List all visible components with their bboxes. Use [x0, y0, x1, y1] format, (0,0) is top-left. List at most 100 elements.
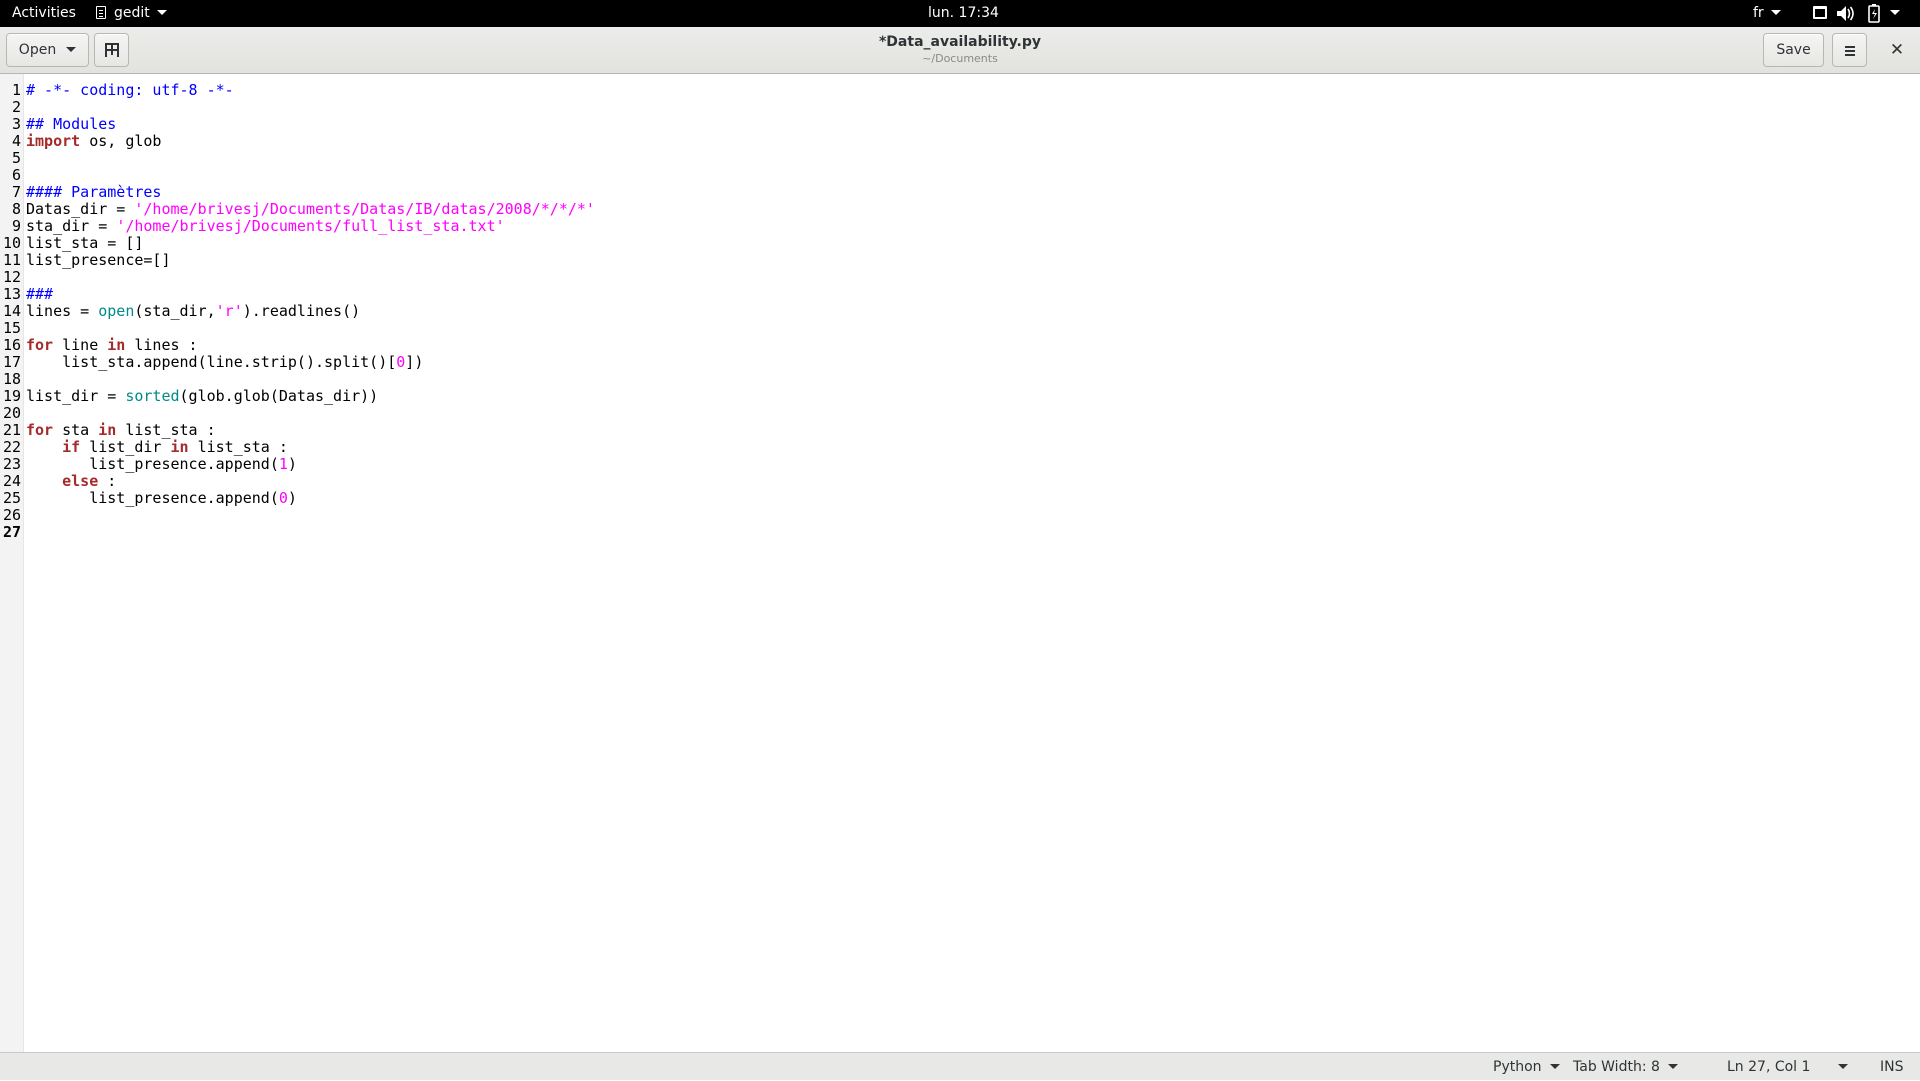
app-menu[interactable]: gedit — [96, 0, 167, 27]
close-icon: ✕ — [1889, 40, 1905, 60]
code-token-plain: os, glob — [80, 132, 162, 150]
activities-label: Activities — [12, 5, 76, 21]
code-line[interactable]: 5 — [0, 150, 1920, 167]
code-area[interactable]: 1 # -*- coding: utf-8 -*- 2 3 ## Modules 4 imp… — [0, 82, 1920, 541]
code-line[interactable]: 6 — [0, 167, 1920, 184]
code-token-plain: list_presence=[] — [26, 251, 171, 269]
line-text: list_presence.append(1) — [26, 456, 297, 473]
code-line[interactable]: 21 for sta in list_sta : — [0, 422, 1920, 439]
battery-icon[interactable] — [1868, 0, 1880, 27]
code-token-plain: ) — [287, 455, 297, 473]
line-number: 15 — [2, 319, 21, 337]
code-line[interactable]: 1 # -*- coding: utf-8 -*- — [0, 82, 1920, 99]
line-number: 27 — [2, 523, 21, 541]
code-token-keyword: else — [62, 472, 99, 490]
line-text: lines = open(sta_dir,'r').readlines() — [26, 303, 360, 320]
code-line[interactable]: 12 — [0, 269, 1920, 286]
code-line[interactable]: 2 — [0, 99, 1920, 116]
code-line[interactable]: 11 list_presence=[] — [0, 252, 1920, 269]
line-text: for line in lines : — [26, 337, 198, 354]
window-icon[interactable] — [1813, 6, 1827, 21]
chevron-down-icon[interactable] — [1838, 1053, 1848, 1081]
code-line[interactable]: 16 for line in lines : — [0, 337, 1920, 354]
tab-width-label: Tab Width: 8 — [1573, 1059, 1660, 1075]
code-token-keyword: for — [26, 336, 54, 354]
save-button[interactable]: Save — [1763, 33, 1824, 67]
code-line[interactable]: 27 — [0, 524, 1920, 541]
code-line[interactable]: 3 ## Modules — [0, 116, 1920, 133]
code-line[interactable]: 9 sta_dir = '/home/brivesj/Documents/full… — [0, 218, 1920, 235]
input-language-label: fr — [1753, 5, 1764, 21]
code-token-plain: : — [98, 472, 117, 490]
code-token-keyword: import — [26, 132, 81, 150]
code-line[interactable]: 25 list_presence.append(0) — [0, 490, 1920, 507]
hamburger-menu-icon — [1845, 46, 1855, 48]
input-language-menu[interactable]: fr — [1753, 0, 1781, 27]
open-button[interactable]: Open — [6, 33, 89, 67]
code-line[interactable]: 13 ### — [0, 286, 1920, 303]
new-tab-button[interactable] — [94, 33, 129, 67]
app-menu-label: gedit — [114, 5, 150, 21]
code-line[interactable]: 20 — [0, 405, 1920, 422]
highlight-language-selector[interactable]: Python — [1493, 1053, 1560, 1081]
cursor-position[interactable]: Ln 27, Col 1 — [1727, 1053, 1810, 1081]
code-line[interactable]: 26 — [0, 507, 1920, 524]
code-line[interactable]: 24 else : — [0, 473, 1920, 490]
tab-width-selector[interactable]: Tab Width: 8 — [1573, 1053, 1678, 1081]
line-number: 25 — [2, 489, 21, 507]
code-line[interactable]: 4 import os, glob — [0, 133, 1920, 150]
line-number: 20 — [2, 404, 21, 422]
line-number: 23 — [2, 455, 21, 473]
close-window-button[interactable]: ✕ — [1880, 33, 1914, 67]
code-token-keyword: in — [98, 421, 117, 439]
insert-mode-indicator: INS — [1880, 1059, 1904, 1075]
line-text: if list_dir in list_sta : — [26, 439, 288, 456]
code-line[interactable]: 10 list_sta = [] — [0, 235, 1920, 252]
code-line[interactable]: 15 — [0, 320, 1920, 337]
code-token-plain: list_dir = — [26, 387, 126, 405]
document-title: *Data_availability.py — [878, 34, 1041, 50]
line-number: 24 — [2, 472, 21, 490]
line-number: 8 — [11, 200, 21, 218]
code-line[interactable]: 8 Datas_dir = '/home/brivesj/Documents/Da… — [0, 201, 1920, 218]
text-editor[interactable]: 1 # -*- coding: utf-8 -*- 2 3 ## Modules 4 imp… — [0, 74, 1920, 1052]
code-token-plain: (glob.glob(Datas_dir)) — [179, 387, 379, 405]
code-token-plain: list_sta = [] — [26, 234, 144, 252]
code-line[interactable]: 18 — [0, 371, 1920, 388]
menu-button[interactable] — [1832, 33, 1867, 67]
code-line[interactable]: 17 list_sta.append(line.strip().split()[… — [0, 354, 1920, 371]
volume-icon[interactable] — [1836, 0, 1854, 27]
chevron-down-icon — [66, 47, 77, 52]
code-token-string: 'r' — [215, 302, 243, 320]
clock[interactable]: lun. 17:34 — [928, 0, 999, 27]
line-text: ## Modules — [26, 116, 116, 133]
line-number: 26 — [2, 506, 21, 524]
line-number: 4 — [11, 132, 21, 150]
line-text: ### — [26, 286, 53, 303]
code-line[interactable]: 23 list_presence.append(1) — [0, 456, 1920, 473]
line-number: 6 — [11, 166, 21, 184]
code-token-plain: list_sta : — [116, 421, 216, 439]
code-token-number: 1 — [278, 455, 288, 473]
code-line[interactable]: 7 #### Paramètres — [0, 184, 1920, 201]
header-bar: Open *Data_availability.py ~/Documents S… — [0, 27, 1920, 74]
line-text: #### Paramètres — [26, 184, 161, 201]
code-token-plain: list_sta.append(line.strip().split()[ — [26, 353, 397, 371]
chevron-down-icon[interactable] — [1890, 0, 1900, 27]
code-token-plain: list_presence.append( — [26, 455, 279, 473]
code-token-plain: Datas_dir = — [26, 200, 135, 218]
activities-button[interactable]: Activities — [12, 0, 76, 27]
line-number: 21 — [2, 421, 21, 439]
new-tab-icon — [105, 43, 119, 57]
code-token-keyword: in — [107, 336, 126, 354]
line-number: 13 — [2, 285, 21, 303]
code-token-plain: list_sta : — [188, 438, 288, 456]
code-line[interactable]: 22 if list_dir in list_sta : — [0, 439, 1920, 456]
line-number: 1 — [11, 81, 21, 99]
code-line[interactable]: 14 lines = open(sta_dir,'r').readlines() — [0, 303, 1920, 320]
code-line[interactable]: 19 list_dir = sorted(glob.glob(Datas_dir)… — [0, 388, 1920, 405]
highlight-language-label: Python — [1493, 1059, 1542, 1075]
line-text: # -*- coding: utf-8 -*- — [26, 82, 234, 99]
save-button-label: Save — [1776, 42, 1811, 58]
